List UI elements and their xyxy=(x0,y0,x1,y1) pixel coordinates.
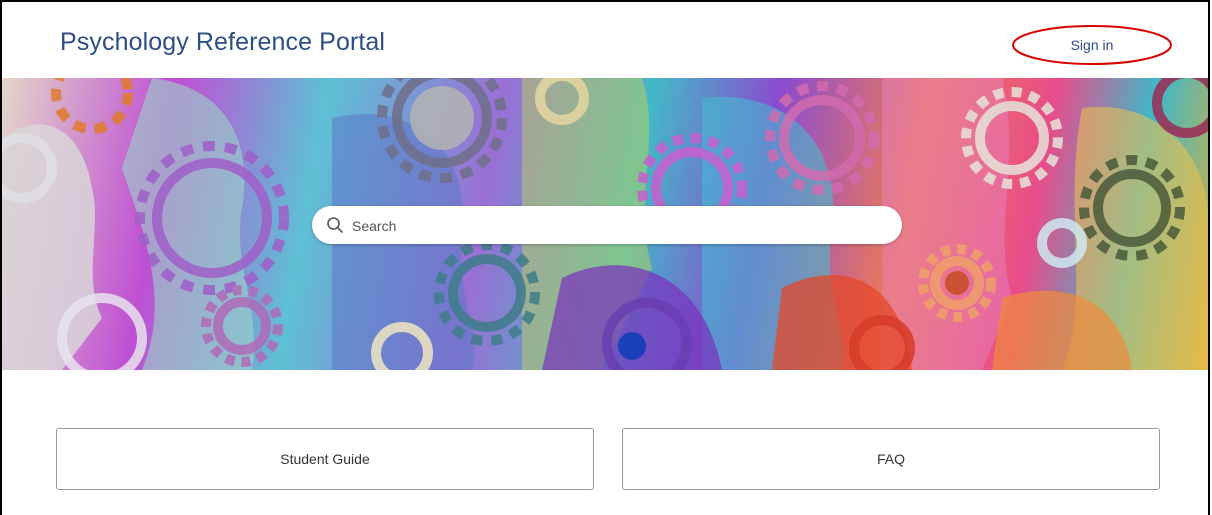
search-bar[interactable] xyxy=(312,206,902,246)
hero-banner xyxy=(2,78,1208,370)
search-icon xyxy=(327,217,343,233)
sign-in-link[interactable]: Sign in xyxy=(1010,23,1174,67)
student-guide-card[interactable]: Student Guide xyxy=(56,428,594,490)
page-frame: Psychology Reference Portal Sign in Sear… xyxy=(0,0,1210,515)
search-input[interactable] xyxy=(350,206,894,246)
site-title[interactable]: Psychology Reference Portal xyxy=(60,28,385,57)
sign-in-area: Sign in xyxy=(1010,23,1174,67)
faq-card[interactable]: FAQ xyxy=(622,428,1160,490)
site-header: Psychology Reference Portal Sign in xyxy=(2,2,1208,78)
